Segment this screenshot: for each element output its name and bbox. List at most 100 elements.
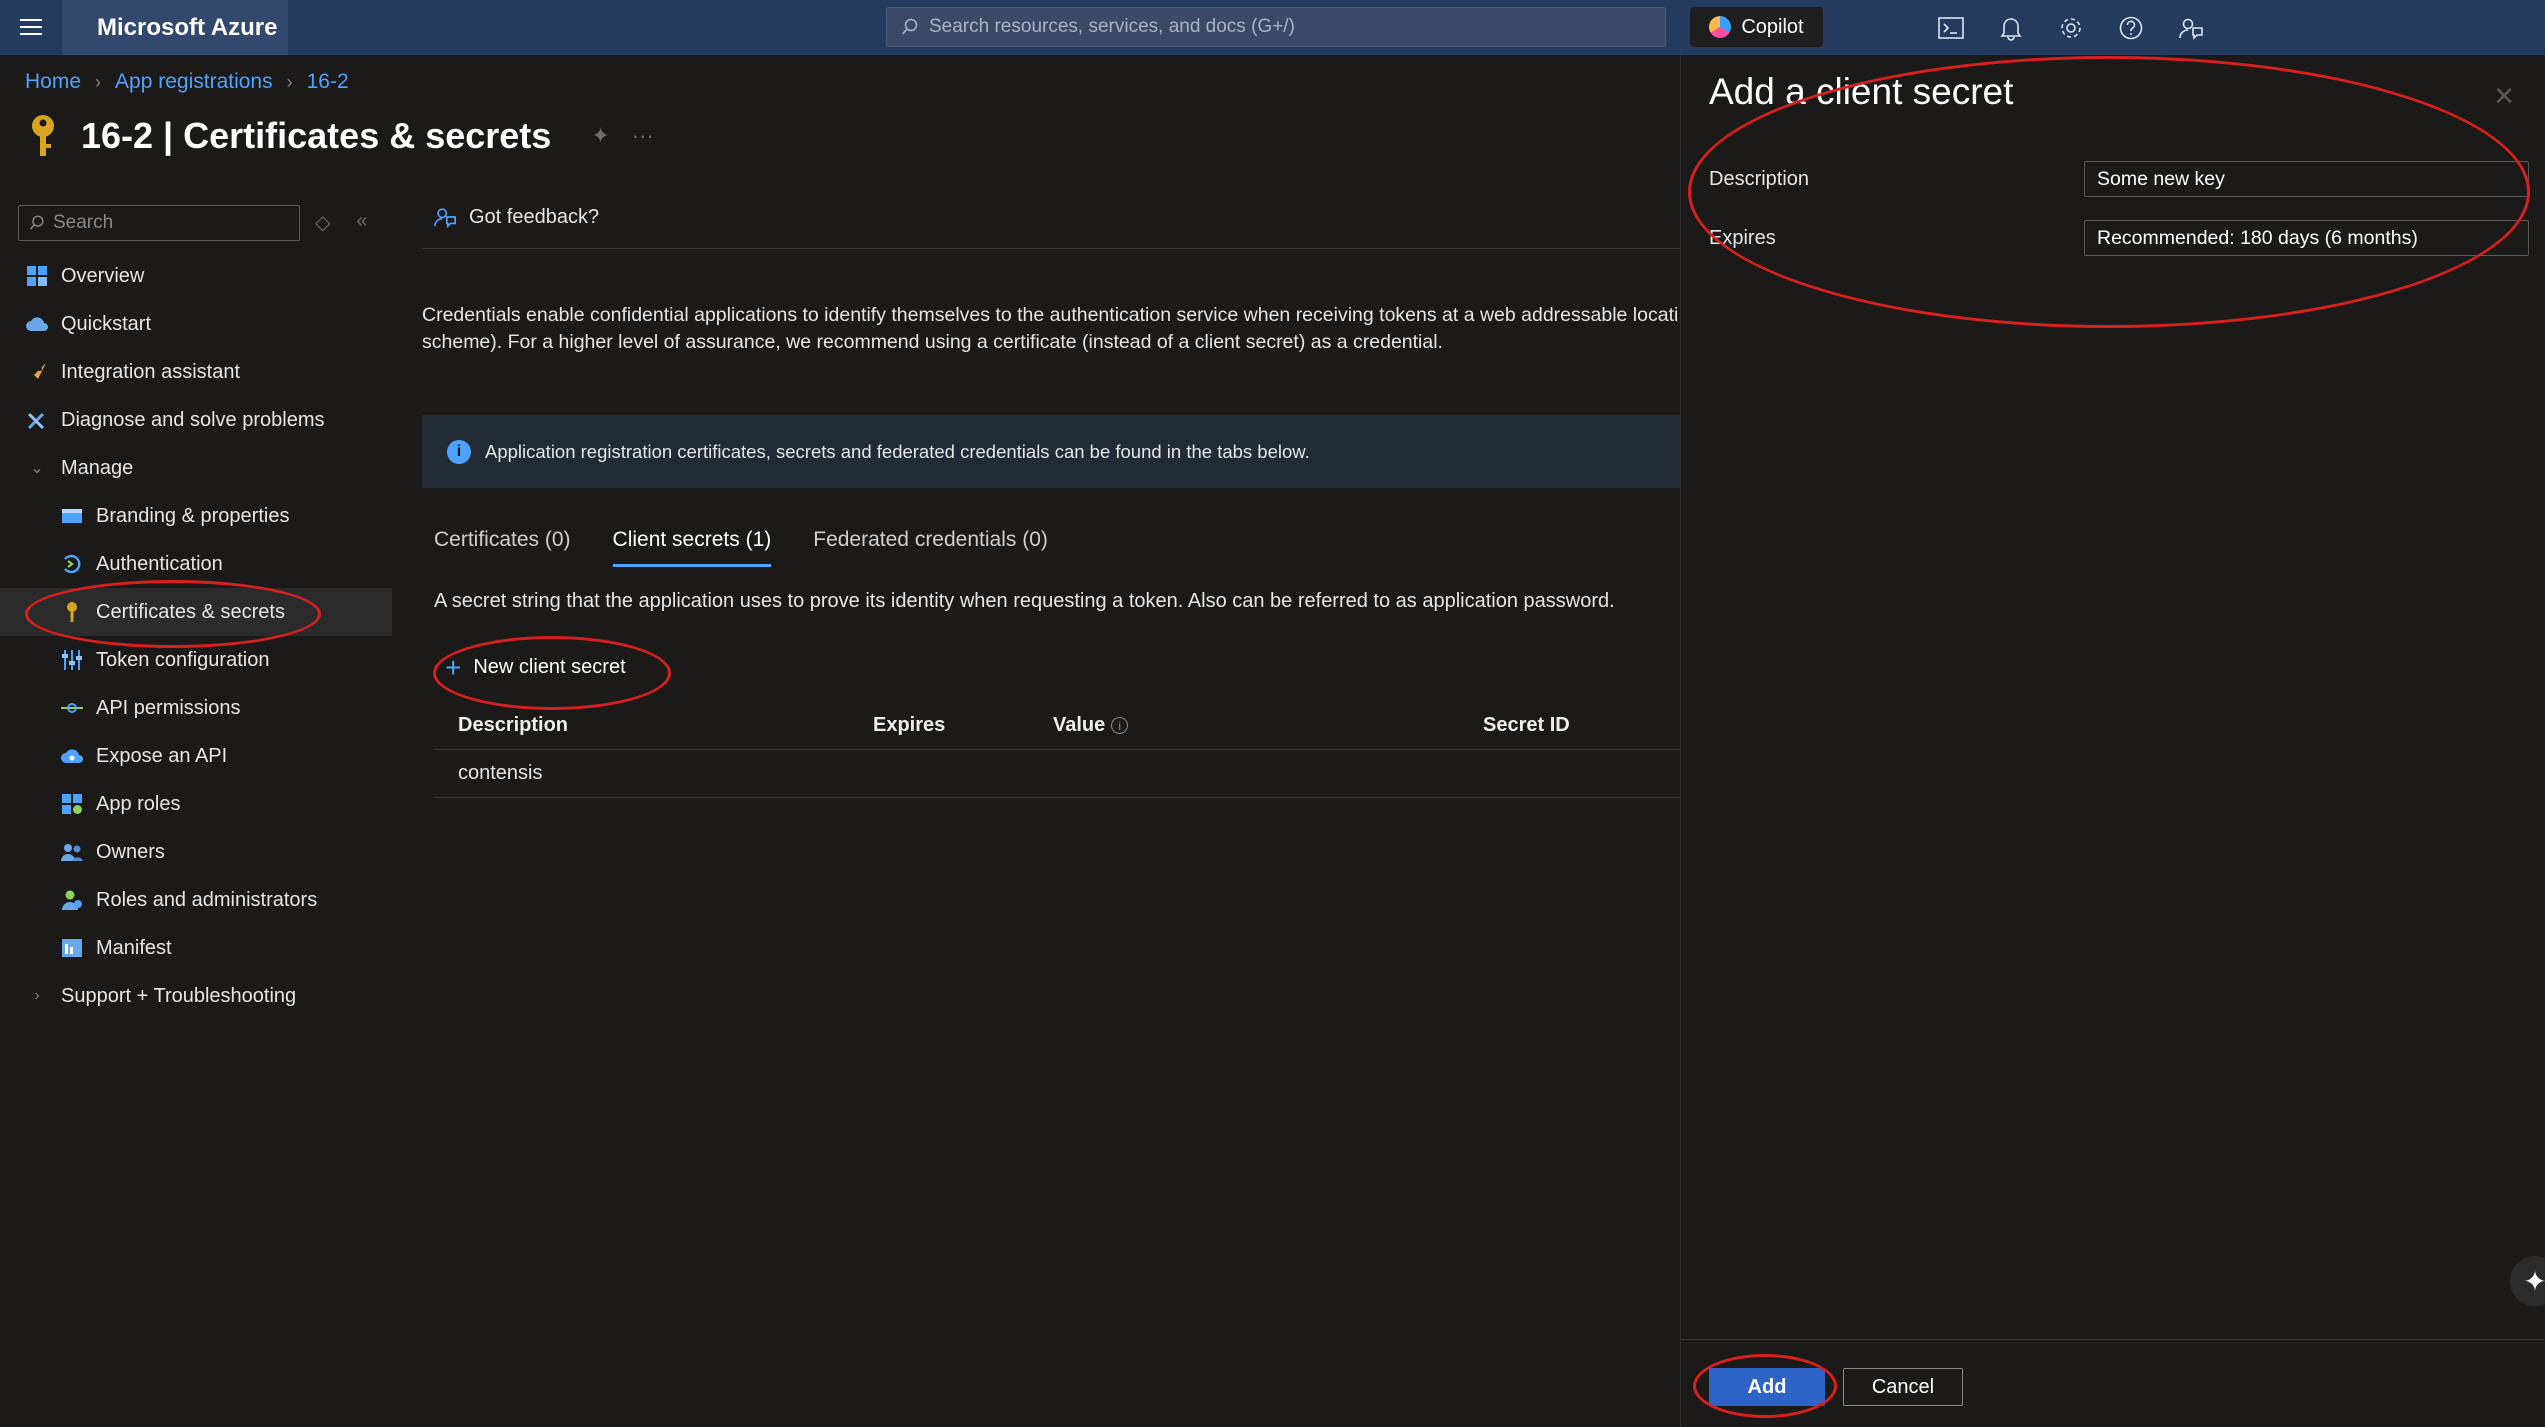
sidebar-item-label: Certificates & secrets: [96, 600, 285, 623]
roles-icon: [60, 888, 84, 912]
auth-icon: [60, 552, 84, 576]
tab-client-secrets[interactable]: Client secrets (1): [612, 528, 772, 567]
hamburger-menu-icon[interactable]: [15, 12, 47, 42]
collapse-icon[interactable]: «: [356, 210, 367, 235]
sidebar-item-quickstart[interactable]: Quickstart: [0, 300, 392, 348]
breadcrumb-app-registrations[interactable]: App registrations: [115, 70, 273, 94]
feedback-icon: [434, 208, 456, 229]
branding-icon: [60, 504, 84, 528]
grid-icon: [25, 264, 49, 288]
add-button[interactable]: Add: [1709, 1368, 1825, 1406]
description-input[interactable]: [2084, 161, 2529, 197]
sidebar-item-roles-administrators[interactable]: Roles and administrators: [0, 876, 392, 924]
sidebar-item-label: Integration assistant: [61, 360, 240, 383]
api-icon: [60, 696, 84, 720]
sidebar-item-label: Roles and administrators: [96, 888, 318, 911]
sidebar-item-token-configuration[interactable]: Token configuration: [0, 636, 392, 684]
filter-icon[interactable]: ◇: [315, 210, 330, 235]
more-icon[interactable]: ···: [632, 123, 654, 149]
cloud-shell-icon[interactable]: [1935, 12, 1967, 44]
breadcrumb-app[interactable]: 16-2: [307, 70, 349, 94]
intro-text: Credentials enable confidential applicat…: [422, 302, 1680, 356]
chevron-right-icon: ›: [95, 71, 102, 92]
info-banner: i Application registration certificates,…: [422, 415, 1680, 488]
tab-description: A secret string that the application use…: [434, 590, 1615, 612]
copilot-button[interactable]: Copilot: [1690, 7, 1823, 47]
info-icon[interactable]: i: [1111, 717, 1129, 735]
feedback-label: Got feedback?: [469, 205, 600, 228]
page-title: 16-2 | Certificates & secrets: [81, 115, 552, 156]
sidebar-item-branding[interactable]: Branding & properties: [0, 492, 392, 540]
gear-icon[interactable]: [2055, 12, 2087, 44]
sidebar-item-authentication[interactable]: Authentication: [0, 540, 392, 588]
global-search[interactable]: [886, 7, 1666, 47]
table-header-row: Description Expires Value i Secret ID: [434, 702, 1680, 750]
sidebar-item-manifest[interactable]: Manifest: [0, 924, 392, 972]
copilot-label: Copilot: [1741, 15, 1804, 38]
new-client-secret-button[interactable]: + New client secret: [445, 653, 626, 681]
expires-dropdown[interactable]: Recommended: 180 days (6 months): [2084, 220, 2529, 256]
sidebar-item-label: Manage: [61, 456, 134, 479]
divider: [1681, 1339, 2545, 1340]
sidebar-item-expose-api[interactable]: Expose an API: [0, 732, 392, 780]
key-icon: [32, 115, 54, 156]
rocket-icon: [25, 360, 49, 384]
feedback-link[interactable]: Got feedback?: [433, 205, 599, 229]
nav-search-input[interactable]: [53, 212, 293, 234]
expires-label: Expires: [1709, 226, 1776, 249]
sidebar-item-label: Overview: [61, 264, 145, 287]
key-icon: [60, 600, 84, 624]
search-icon: [901, 18, 918, 35]
cloud-api-icon: [60, 744, 84, 768]
sidebar-group-support[interactable]: › Support + Troubleshooting: [0, 972, 392, 1020]
nav-search[interactable]: [18, 205, 300, 241]
sidebar-item-diagnose[interactable]: Diagnose and solve problems: [0, 396, 392, 444]
sidebar-item-owners[interactable]: Owners: [0, 828, 392, 876]
sidebar-item-label: Expose an API: [96, 744, 228, 767]
search-icon: [29, 215, 44, 230]
chevron-right-icon: ›: [34, 987, 40, 1004]
sidebar-group-manage[interactable]: ⌄ Manage: [0, 444, 392, 492]
sidebar-item-label: Branding & properties: [96, 504, 290, 527]
expires-selected-value: Recommended: 180 days (6 months): [2097, 226, 2418, 249]
close-icon[interactable]: ✕: [2493, 81, 2515, 112]
top-icons: [1935, 0, 2207, 55]
pin-icon[interactable]: ✦: [591, 123, 609, 149]
sidebar-item-certificates-secrets[interactable]: Certificates & secrets: [0, 588, 392, 636]
sidebar-item-label: Owners: [96, 840, 165, 863]
add-client-secret-panel: Add a client secret ✕ Description Expire…: [1680, 55, 2545, 1427]
cloud-icon: [25, 312, 49, 336]
description-row: Description: [1709, 161, 2529, 197]
sidebar-item-integration-assistant[interactable]: Integration assistant: [0, 348, 392, 396]
intro-line-2: scheme). For a higher level of assurance…: [422, 331, 1443, 353]
sidebar-nav: Overview Quickstart Integration assistan…: [0, 252, 392, 1020]
brand-logo[interactable]: Microsoft Azure: [62, 0, 288, 55]
sidebar-item-label: Quickstart: [61, 312, 152, 335]
panel-title: Add a client secret: [1709, 71, 2014, 112]
bell-icon[interactable]: [1995, 12, 2027, 44]
sidebar-item-label: Diagnose and solve problems: [61, 408, 325, 431]
cancel-button[interactable]: Cancel: [1843, 1368, 1963, 1406]
column-header-description: Description: [458, 714, 569, 736]
sidebar-item-overview[interactable]: Overview: [0, 252, 392, 300]
sidebar-item-label: App roles: [96, 792, 181, 815]
chevron-down-icon: ⌄: [30, 460, 44, 477]
sidebar-item-api-permissions[interactable]: API permissions: [0, 684, 392, 732]
breadcrumb: Home › App registrations › 16-2: [25, 70, 349, 94]
help-icon[interactable]: [2115, 12, 2147, 44]
info-text: Application registration certificates, s…: [485, 440, 1310, 462]
tab-certificates[interactable]: Certificates (0): [434, 528, 571, 567]
sidebar-item-label: Support + Troubleshooting: [61, 984, 297, 1007]
new-client-secret-label: New client secret: [473, 656, 626, 678]
cell-description: contensis: [458, 762, 543, 784]
sidebar-item-app-roles[interactable]: App roles: [0, 780, 392, 828]
feedback-icon[interactable]: [2175, 12, 2207, 44]
global-search-input[interactable]: [929, 16, 1629, 38]
breadcrumb-home[interactable]: Home: [25, 70, 81, 94]
tab-federated-credentials[interactable]: Federated credentials (0): [813, 528, 1048, 567]
column-header-secret-id: Secret ID: [1483, 714, 1570, 736]
title-actions: ✦ ···: [591, 123, 653, 149]
column-header-expires: Expires: [873, 714, 946, 736]
page-header: 16-2 | Certificates & secrets ✦ ···: [25, 112, 654, 160]
table-row[interactable]: contensis: [434, 750, 1680, 798]
